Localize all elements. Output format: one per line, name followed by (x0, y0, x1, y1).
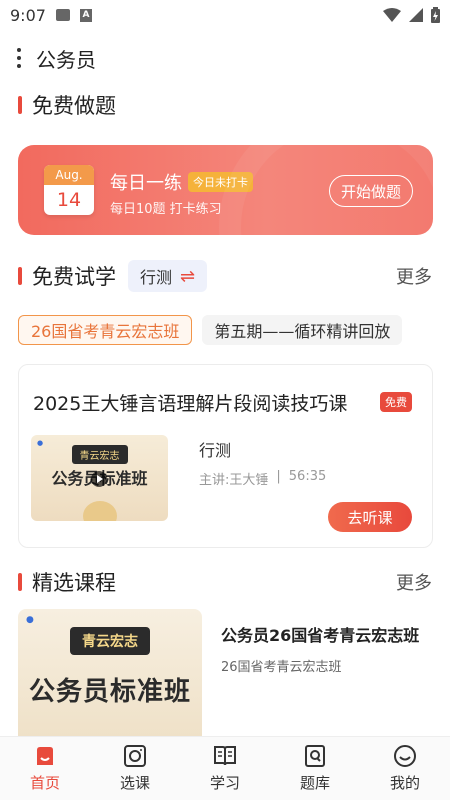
swap-icon: ⇌ (180, 265, 196, 287)
meta-separator: | (276, 469, 281, 484)
daily-practice-card[interactable]: Aug. 14 每日一练 今日未打卡 每日10题 打卡练习 开始做题 (18, 145, 433, 235)
course-thumb-chip: 青云宏志 (70, 627, 150, 655)
nav-question-bank[interactable]: 题库 (270, 737, 360, 800)
trial-section-header: 免费试学 行测 ⇌ 更多 (0, 259, 450, 293)
thumb-class-chip: 青云宏志 (71, 445, 128, 464)
question-bank-icon (303, 744, 327, 768)
calendar-day: 14 (56, 189, 82, 211)
nav-study-label: 学习 (209, 774, 240, 792)
nav-course-select[interactable]: 选课 (90, 737, 180, 800)
nav-course-select-label: 选课 (119, 774, 150, 792)
featured-section-title: 精选课程 (32, 571, 116, 595)
featured-course-thumbnail[interactable]: ● 青云宏志 公务员标准班 (18, 609, 202, 737)
subject-switch-button[interactable]: 行测 ⇌ (128, 260, 208, 292)
calendar-icon: Aug. 14 (44, 165, 94, 215)
nav-profile-label: 我的 (389, 774, 420, 792)
trial-course-subject: 行测 (199, 441, 232, 460)
brand-logo-icon: ● (26, 615, 34, 625)
practice-section-title: 免费做题 (32, 94, 116, 118)
trial-course-thumbnail[interactable]: ● 青云宏志 公务员标准班 (31, 435, 168, 521)
section-accent-bar (18, 573, 22, 591)
top-bar: 公务员 (0, 40, 450, 76)
tag-qingyun-class[interactable]: 26国省考青云宏志班 (18, 315, 193, 345)
battery-icon (431, 7, 440, 23)
course-duration: 56:35 (288, 469, 327, 484)
play-icon[interactable] (91, 471, 107, 487)
trial-course-meta: 主讲:王大锤 | 56:35 (199, 469, 326, 488)
exam-category-title[interactable]: 公务员 (36, 44, 96, 73)
brand-logo-icon: ● (37, 439, 44, 447)
start-practice-button[interactable]: 开始做题 (329, 175, 413, 207)
listen-course-button[interactable]: 去听课 (328, 502, 412, 532)
tag-replay-period[interactable]: 第五期——循环精讲回放 (202, 315, 403, 345)
trial-course-card[interactable]: 2025王大锤言语理解片段阅读技巧课 免费 ● 青云宏志 公务员标准班 行测 主… (18, 364, 433, 548)
more-menu-icon[interactable] (14, 48, 24, 68)
section-accent-bar (18, 267, 22, 285)
subject-switch-label: 行测 (140, 268, 173, 287)
course-select-icon (123, 744, 147, 768)
home-icon (33, 744, 57, 768)
course-thumb-text: 公务员标准班 (28, 677, 191, 707)
app-notification-icon: A (79, 8, 92, 22)
free-badge: 免费 (380, 392, 412, 412)
trial-course-title: 2025王大锤言语理解片段阅读技巧课 (33, 393, 348, 415)
practice-section-header: 免费做题 (0, 88, 450, 122)
daily-practice-subtitle: 每日10题 打卡练习 (110, 202, 222, 217)
nav-home[interactable]: 首页 (0, 737, 90, 800)
nav-home-label: 首页 (29, 774, 60, 792)
lecturer-name: 主讲:王大锤 (199, 473, 269, 488)
signal-icon (409, 8, 423, 22)
checkin-status-badge: 今日未打卡 (188, 172, 253, 192)
bottom-navigation: 首页 选课 学习 题库 我的 (0, 736, 450, 800)
nav-question-bank-label: 题库 (299, 774, 330, 792)
trial-section-title: 免费试学 (32, 265, 116, 289)
calendar-month: Aug. (44, 165, 94, 185)
status-time: 9:07 (10, 5, 46, 25)
featured-section-header: 精选课程 更多 (0, 565, 450, 599)
section-accent-bar (18, 96, 22, 114)
coin-decoration-icon (83, 501, 117, 521)
featured-more-link[interactable]: 更多 (396, 569, 432, 595)
daily-practice-title: 每日一练 (110, 173, 182, 194)
featured-course-title[interactable]: 公务员26国省考青云宏志班 (221, 622, 419, 646)
nav-study[interactable]: 学习 (180, 737, 270, 800)
status-bar: 9:07 A (0, 0, 450, 30)
nav-profile[interactable]: 我的 (360, 737, 450, 800)
book-icon (213, 744, 237, 768)
wifi-icon (383, 8, 401, 22)
image-notification-icon (55, 9, 70, 21)
course-tags: 26国省考青云宏志班 第五期——循环精讲回放 (18, 315, 403, 345)
trial-more-link[interactable]: 更多 (396, 263, 432, 289)
featured-course-subtitle: 26国省考青云宏志班 (221, 660, 342, 675)
profile-icon (393, 744, 417, 768)
